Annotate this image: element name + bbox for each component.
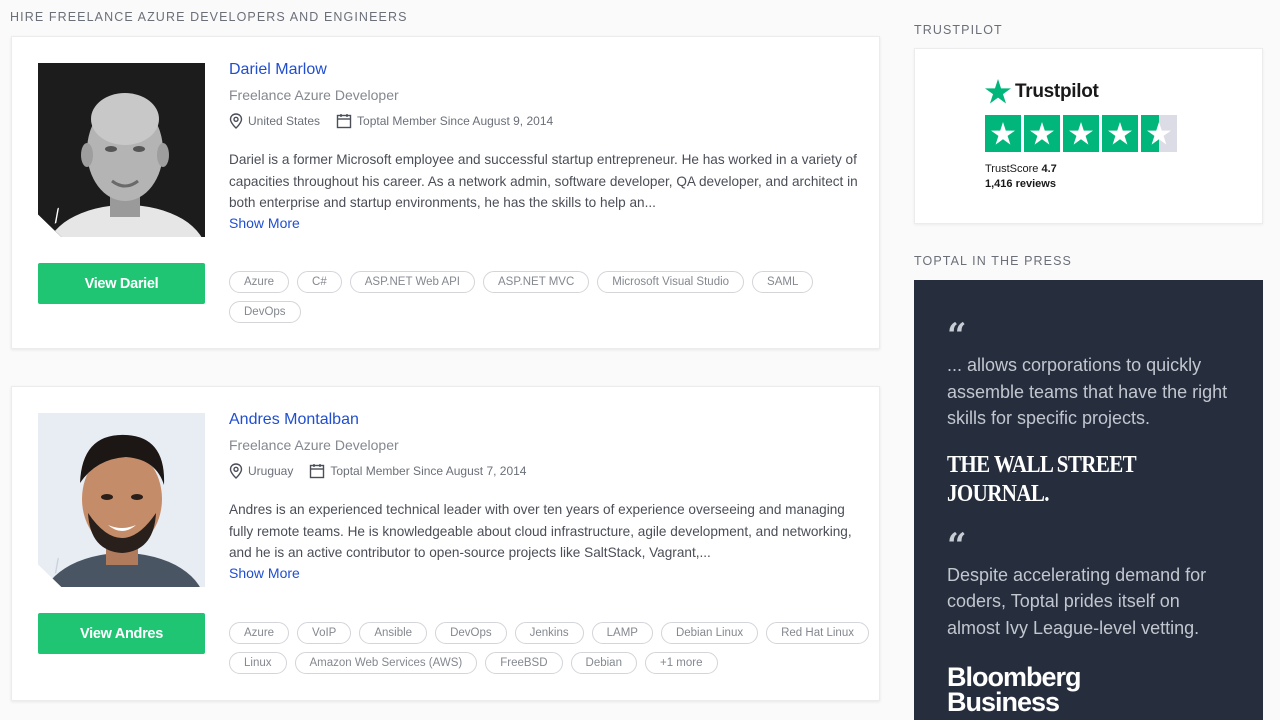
skill-tag[interactable]: ASP.NET Web API	[349, 271, 475, 293]
developer-card: ⟋ View Andres Andres Montalban Freelance…	[11, 386, 880, 701]
press-quote: Despite accelerating demand for coders, …	[947, 564, 1207, 638]
location: United States	[229, 113, 320, 129]
press-quote: ... allows corporations to quickly assem…	[947, 355, 1228, 428]
location-pin-icon	[229, 113, 243, 129]
show-more-link[interactable]: Show More	[229, 215, 300, 231]
member-since-text: Toptal Member Since August 7, 2014	[330, 464, 527, 478]
section-title: HIRE FREELANCE AZURE DEVELOPERS AND ENGI…	[10, 10, 408, 24]
skill-tag[interactable]: Ansible	[359, 622, 428, 644]
developer-description: Dariel is a former Microsoft employee an…	[229, 152, 858, 211]
skill-tag[interactable]: Debian	[570, 652, 637, 674]
bloomberg-logo: Bloomberg Business	[947, 664, 1230, 717]
developer-card: ⟋ View Dariel Dariel Marlow Freelance Az…	[11, 36, 880, 349]
page: HIRE FREELANCE AZURE DEVELOPERS AND ENGI…	[0, 0, 1280, 720]
quote-mark-icon: “	[947, 525, 967, 566]
skill-tag[interactable]: Debian Linux	[660, 622, 759, 644]
developer-info: Dariel Marlow Freelance Azure Developer …	[229, 61, 859, 233]
view-developer-button[interactable]: View Dariel	[38, 263, 205, 304]
trustpilot-score: TrustScore 4.7 1,416 reviews	[985, 162, 1057, 192]
developer-photo[interactable]: ⟋	[38, 63, 205, 237]
skill-tag[interactable]: SAML	[752, 271, 814, 293]
member-since: Toptal Member Since August 9, 2014	[336, 113, 553, 129]
rating-star-icon	[1102, 115, 1138, 152]
more-skills-tag[interactable]: +1 more	[644, 652, 718, 674]
trustpilot-rating-stars	[985, 115, 1177, 152]
skill-tag[interactable]: Red Hat Linux	[766, 622, 869, 644]
skill-tag[interactable]: Amazon Web Services (AWS)	[294, 652, 478, 674]
rating-star-icon	[1063, 115, 1099, 152]
skill-tag[interactable]: Microsoft Visual Studio	[597, 271, 745, 293]
skill-tag[interactable]: DevOps	[229, 301, 301, 323]
skill-tag[interactable]: DevOps	[435, 622, 507, 644]
rating-star-icon	[985, 115, 1021, 152]
developer-info: Andres Montalban Freelance Azure Develop…	[229, 411, 859, 583]
developer-role: Freelance Azure Developer	[229, 437, 399, 453]
rating-star-icon	[1024, 115, 1060, 152]
calendar-icon	[310, 464, 325, 479]
skill-tag[interactable]: VoIP	[297, 622, 352, 644]
trustscore-label: TrustScore	[985, 163, 1039, 175]
press-panel: “ ... allows corporations to quickly ass…	[914, 280, 1263, 720]
press-section-title: TOPTAL IN THE PRESS	[914, 254, 1072, 268]
member-since-text: Toptal Member Since August 9, 2014	[357, 114, 554, 128]
developer-meta: United States Toptal Member Since August…	[229, 113, 859, 129]
location-pin-icon	[229, 463, 243, 479]
show-more-link[interactable]: Show More	[229, 565, 300, 581]
calendar-icon	[336, 114, 352, 129]
skill-tag[interactable]: C#	[297, 271, 342, 293]
trustscore-value: 4.7	[1041, 163, 1057, 175]
skill-tag[interactable]: Jenkins	[514, 622, 584, 644]
developer-description: Andres is an experienced technical leade…	[229, 502, 852, 561]
trustpilot-star-icon	[985, 79, 1011, 104]
trustpilot-logo-text: Trustpilot	[1015, 80, 1099, 102]
skill-tag[interactable]: Azure	[229, 622, 290, 644]
skill-tag[interactable]: ASP.NET MVC	[483, 271, 590, 293]
location: Uruguay	[229, 463, 293, 479]
trustpilot-logo: Trustpilot	[985, 79, 1099, 104]
skill-tags: Azure C# ASP.NET Web API ASP.NET MVC Mic…	[229, 271, 869, 323]
skill-tags: Azure VoIP Ansible DevOps Jenkins LAMP D…	[229, 622, 869, 674]
location-text: United States	[248, 114, 321, 128]
wsj-logo: THE WALL STREET JOURNAL.	[947, 449, 1136, 507]
skill-tag[interactable]: FreeBSD	[485, 652, 563, 674]
developer-role: Freelance Azure Developer	[229, 87, 399, 103]
quote-mark-icon: “	[947, 316, 967, 356]
skill-tag[interactable]: Linux	[229, 652, 287, 674]
view-developer-button[interactable]: View Andres	[38, 613, 205, 654]
developer-photo[interactable]: ⟋	[38, 413, 205, 587]
skill-tag[interactable]: LAMP	[591, 622, 653, 644]
member-since: Toptal Member Since August 7, 2014	[309, 463, 526, 479]
bloomberg-logo-line2: Business	[947, 687, 1060, 717]
location-text: Uruguay	[248, 464, 294, 478]
rating-half-star-icon	[1141, 115, 1177, 152]
developer-name-link[interactable]: Andres Montalban	[229, 411, 359, 429]
review-count: 1,416 reviews	[985, 178, 1056, 190]
trustpilot-section-title: TRUSTPILOT	[914, 23, 1003, 37]
developer-meta: Uruguay Toptal Member Since August 7, 20…	[229, 463, 859, 479]
skill-tag[interactable]: Azure	[229, 271, 290, 293]
developer-name-link[interactable]: Dariel Marlow	[229, 61, 327, 79]
trustpilot-widget[interactable]: Trustpilot TrustScore 4.7 1,416 reviews	[914, 48, 1263, 224]
